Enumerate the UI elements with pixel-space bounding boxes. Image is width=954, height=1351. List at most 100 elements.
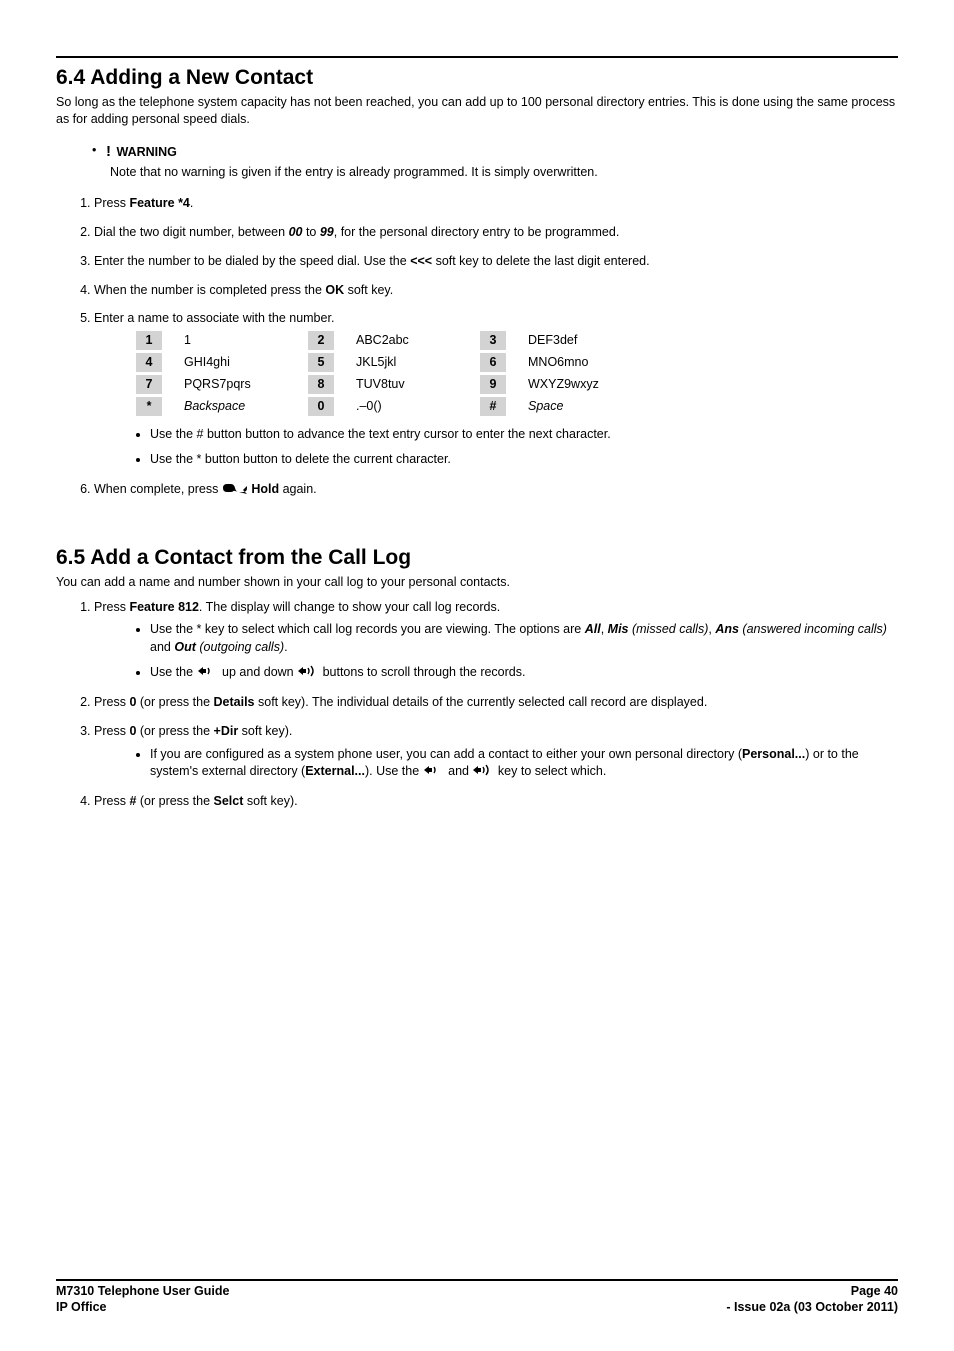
opt-all: All: [585, 622, 601, 636]
softkey-selct: Selct: [214, 794, 244, 808]
keypad-key-5: 5: [308, 353, 334, 372]
intro-6-5: You can add a name and number shown in y…: [56, 574, 898, 591]
keypad-grid: 1 1 2 ABC2abc 3 DEF3def 4 GHI4ghi 5 JKL5jkl 6…: [136, 331, 898, 416]
hold-label: Hold: [248, 482, 279, 496]
keypad-key-4: 4: [136, 353, 162, 372]
opt-personal: Personal...: [742, 747, 805, 761]
opt-external: External...: [305, 764, 365, 778]
step-4: When the number is completed press the O…: [94, 282, 898, 299]
opt-out: Out: [174, 640, 196, 654]
warning-label: WARNING: [116, 145, 176, 159]
text: (or press the: [136, 695, 213, 709]
text: ). Use the: [365, 764, 423, 778]
text: ,: [601, 622, 608, 636]
text: buttons to scroll through the records.: [319, 665, 525, 679]
softkey-ok: OK: [325, 283, 344, 297]
footer-page: Page 40: [726, 1283, 898, 1299]
keypad-key-3: 3: [480, 331, 506, 350]
keypad-key-8: 8: [308, 375, 334, 394]
text: soft key).: [238, 724, 292, 738]
step-1-sub: Use the * key to select which call log r…: [94, 621, 898, 682]
step-5: Enter a name to associate with the numbe…: [94, 310, 898, 468]
text: key to select which.: [494, 764, 606, 778]
opt-ans-desc: (answered incoming calls): [739, 622, 887, 636]
num-99: 99: [320, 225, 334, 239]
intro-6-4: So long as the telephone system capacity…: [56, 94, 898, 128]
text: again.: [279, 482, 317, 496]
hold-icon: [222, 481, 248, 495]
footer-product: IP Office: [56, 1299, 229, 1315]
warning-bang-icon: !: [106, 143, 113, 160]
volume-up-icon: [472, 763, 494, 777]
text: , for the personal directory entry to be…: [334, 225, 620, 239]
step-1: Press Feature *4.: [94, 195, 898, 212]
steps-6-5: Press Feature 812. The display will chan…: [56, 599, 898, 810]
text: soft key to delete the last digit entere…: [432, 254, 650, 268]
softkey-back: <<<: [410, 254, 432, 268]
sub-directory-choice: If you are configured as a system phone …: [150, 746, 898, 781]
keypad-hints: Use the # button button to advance the t…: [94, 426, 898, 469]
text: Use the * key to select which call log r…: [150, 622, 585, 636]
warning-block: ! WARNING Note that no warning is given …: [56, 142, 898, 181]
page-footer: M7310 Telephone User Guide IP Office Pag…: [56, 1279, 898, 1316]
text: . The display will change to show your c…: [199, 600, 500, 614]
sub-filter: Use the * key to select which call log r…: [150, 621, 898, 656]
text: Enter the number to be dialed by the spe…: [94, 254, 410, 268]
volume-down-icon: [423, 763, 445, 777]
text: Press: [94, 724, 129, 738]
step-1: Press Feature 812. The display will chan…: [94, 599, 898, 682]
keypad-val-8: TUV8tuv: [354, 375, 460, 394]
warning-note: Note that no warning is given if the ent…: [92, 164, 898, 181]
text: Enter a name to associate with the numbe…: [94, 311, 334, 325]
text: (or press the: [136, 724, 213, 738]
key-feature-star-4: Feature *4: [129, 196, 189, 210]
keypad-key-star: *: [136, 397, 162, 416]
softkey-plus-dir: +Dir: [214, 724, 239, 738]
volume-up-icon: [297, 664, 319, 678]
keypad-val-5: JKL5jkl: [354, 353, 460, 372]
section-rule: [56, 56, 898, 58]
sub-scroll: Use the up and down buttons to scroll th…: [150, 664, 898, 682]
num-00: 00: [289, 225, 303, 239]
keypad-val-2: ABC2abc: [354, 331, 460, 350]
softkey-details: Details: [214, 695, 255, 709]
opt-mis-desc: (missed calls): [629, 622, 709, 636]
opt-ans: Ans: [715, 622, 739, 636]
heading-6-4: 6.4 Adding a New Contact: [56, 66, 898, 90]
text: soft key.: [344, 283, 393, 297]
text: Press: [94, 695, 129, 709]
keypad-val-3: DEF3def: [526, 331, 632, 350]
text: When complete, press: [94, 482, 222, 496]
keypad-val-0: .–0(): [354, 397, 460, 416]
opt-out-desc: (outgoing calls): [196, 640, 284, 654]
opt-mis: Mis: [608, 622, 629, 636]
steps-6-4: Press Feature *4. Dial the two digit num…: [56, 195, 898, 498]
keypad-key-0: 0: [308, 397, 334, 416]
keypad-key-6: 6: [480, 353, 506, 372]
text: Dial the two digit number, between: [94, 225, 289, 239]
keypad-val-1: 1: [182, 331, 288, 350]
keypad-key-2: 2: [308, 331, 334, 350]
text: to: [302, 225, 319, 239]
step-6: When complete, press Hold again.: [94, 481, 898, 498]
key-feature-812: Feature 812: [129, 600, 198, 614]
step-3-sub: If you are configured as a system phone …: [94, 746, 898, 781]
keypad-val-4: GHI4ghi: [182, 353, 288, 372]
volume-down-icon: [197, 664, 219, 678]
keypad-key-1: 1: [136, 331, 162, 350]
text: If you are configured as a system phone …: [150, 747, 742, 761]
step-2: Dial the two digit number, between 00 to…: [94, 224, 898, 241]
text: When the number is completed press the: [94, 283, 325, 297]
text: up and down: [219, 665, 298, 679]
keypad-val-space: Space: [526, 397, 632, 416]
keypad-key-9: 9: [480, 375, 506, 394]
text: (or press the: [136, 794, 213, 808]
footer-title: M7310 Telephone User Guide: [56, 1283, 229, 1299]
text: Press: [94, 196, 129, 210]
text: .: [190, 196, 193, 210]
step-3: Enter the number to be dialed by the spe…: [94, 253, 898, 270]
step-3: Press 0 (or press the +Dir soft key). If…: [94, 723, 898, 781]
step-2: Press 0 (or press the Details soft key).…: [94, 694, 898, 711]
keypad-val-7: PQRS7pqrs: [182, 375, 288, 394]
keypad-val-9: WXYZ9wxyz: [526, 375, 632, 394]
